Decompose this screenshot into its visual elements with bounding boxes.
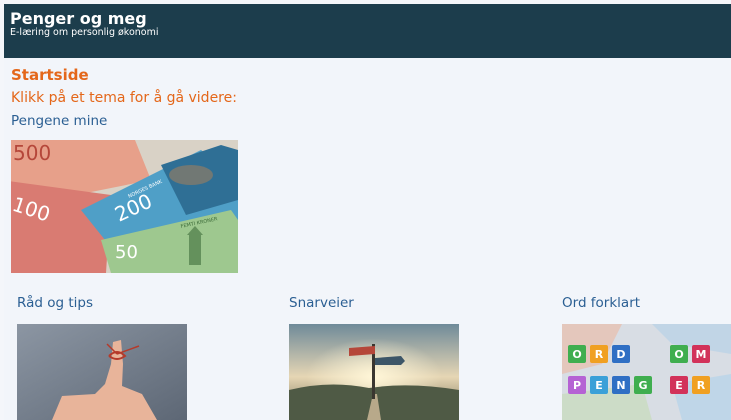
topic-image-snarveier[interactable] xyxy=(289,324,459,420)
note-500-label: 500 xyxy=(13,141,51,165)
main-content: Startside Klikk på et tema for å gå vide… xyxy=(4,58,731,420)
note-50-label: 50 xyxy=(115,242,138,263)
block-r1-1: O xyxy=(572,348,581,361)
site-title: Penger og meg xyxy=(10,9,147,28)
topic-link-ord-forklart[interactable]: Ord forklart xyxy=(562,295,640,311)
signpost-image xyxy=(289,324,459,420)
topic-image-pengene-mine[interactable]: 500 100 200 NORGES BANK 50 FEMTI KRONER xyxy=(11,140,238,273)
block-r2-3: N xyxy=(616,379,625,392)
banknotes-image: 500 100 200 NORGES BANK 50 FEMTI KRONER xyxy=(11,140,238,273)
block-r1-5: O xyxy=(674,348,683,361)
block-r2-6: R xyxy=(697,379,706,392)
site-header: Penger og meg E-læring om personlig økon… xyxy=(4,4,731,58)
block-r1-2: R xyxy=(595,348,604,361)
topic-link-rad-og-tips[interactable]: Råd og tips xyxy=(17,295,93,311)
finger-string-image xyxy=(17,324,187,420)
block-r2-5: E xyxy=(675,379,683,392)
topic-link-pengene-mine[interactable]: Pengene mine xyxy=(11,113,107,129)
app-window: Penger og meg E-læring om personlig økon… xyxy=(0,0,731,420)
letter-blocks-image: O R D O M P E N G E R xyxy=(562,324,731,420)
block-r2-1: P xyxy=(573,379,581,392)
block-r2-4: G xyxy=(638,379,647,392)
topic-link-snarveier[interactable]: Snarveier xyxy=(289,295,354,311)
page-title: Startside xyxy=(11,66,89,84)
site-subtitle: E-læring om personlig økonomi xyxy=(10,27,159,38)
block-r2-2: E xyxy=(595,379,603,392)
topic-image-ord-forklart[interactable]: O R D O M P E N G E R xyxy=(562,324,731,420)
instruction-text: Klikk på et tema for å gå videre: xyxy=(11,90,237,106)
block-r1-3: D xyxy=(616,348,625,361)
block-r1-6: M xyxy=(696,348,707,361)
topic-image-rad-og-tips[interactable] xyxy=(17,324,187,420)
